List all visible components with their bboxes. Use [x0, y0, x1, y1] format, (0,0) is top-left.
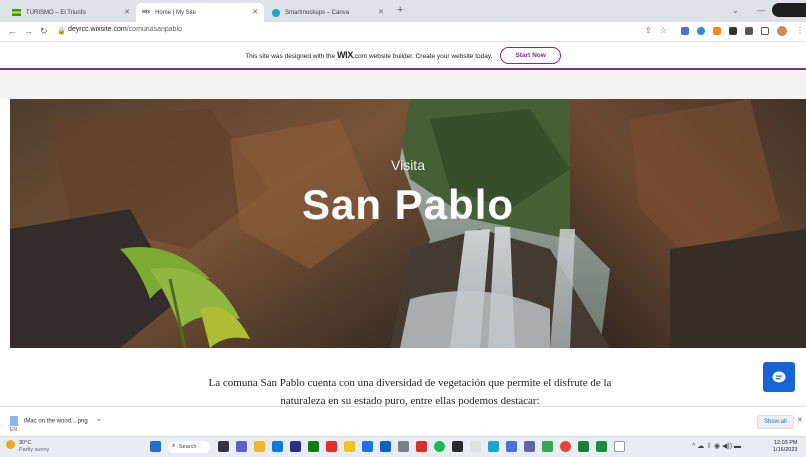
wix-promo-banner: This site was designed with the WIX.com … [0, 42, 806, 70]
wix-icon: wix [142, 9, 151, 15]
windows-start-icon[interactable] [150, 441, 161, 452]
weather-desc: Partly sunny [19, 447, 50, 453]
wix-brand-suffix: .com [353, 53, 368, 60]
app-icon[interactable] [308, 441, 319, 452]
address-bar-row: ← → ↻ 🔒 deyrcc.wixsite.com/comunasanpabl… [0, 22, 806, 42]
tab-smartmockups[interactable]: Smartmockups – Canva ✕ [266, 3, 390, 22]
hero-banner: Visita San Pablo [10, 99, 806, 348]
tab-title: TURISMO – El Triunfo [26, 9, 86, 16]
extension-icon[interactable] [681, 27, 689, 35]
menu-icon[interactable]: ⋮ [796, 26, 804, 35]
app-icon[interactable] [344, 441, 355, 452]
chat-icon [772, 371, 786, 382]
app-icon[interactable] [542, 441, 553, 452]
app-icon[interactable] [452, 441, 463, 452]
search-label: Search [179, 444, 197, 450]
extension-icon[interactable] [713, 27, 721, 35]
url-domain: deyrcc.wixsite.com [68, 26, 127, 33]
teams-icon[interactable] [524, 441, 535, 452]
url-path: /comunasanpablo [126, 26, 182, 33]
locale-indicator: EN [10, 427, 17, 433]
system-tray[interactable]: ^ ☁ ⇩ ◉ ◀)) ▬ [692, 442, 741, 450]
puzzle-icon[interactable] [729, 27, 737, 35]
star-icon[interactable]: ☆ [660, 26, 667, 35]
hero-kicker: Visita [391, 157, 425, 173]
search-icon: ⌕ [172, 443, 176, 449]
tab-turismo[interactable]: TURISMO – El Triunfo ✕ [6, 3, 136, 22]
chevron-down-icon[interactable]: ⌄ [732, 6, 739, 15]
close-downloads-button[interactable]: ✕ [797, 416, 803, 424]
tab-title: Smartmockups – Canva [285, 9, 350, 16]
new-tab-button[interactable]: + [397, 4, 403, 16]
clock-time: 12:03 PM [773, 440, 798, 446]
share-icon[interactable]: ⇪ [645, 26, 652, 35]
close-icon[interactable]: ✕ [252, 8, 258, 16]
app-icon[interactable] [578, 441, 589, 452]
intro-line-1: La comuna San Pablo cuenta con una diver… [208, 377, 612, 389]
extension-icon[interactable] [697, 27, 705, 35]
image-file-icon [10, 416, 18, 426]
app-icon[interactable] [470, 441, 481, 452]
close-icon[interactable]: ✕ [124, 8, 130, 16]
app-icon[interactable] [362, 441, 373, 452]
content-section: La comuna San Pablo cuenta con una diver… [0, 348, 806, 407]
app-icon[interactable] [416, 441, 427, 452]
sidepanel-icon[interactable] [761, 27, 769, 35]
promo-text-pre: This site was designed with the [245, 53, 336, 60]
url-field[interactable]: deyrcc.wixsite.com/comunasanpablo [68, 26, 182, 33]
window-control-overlay [772, 3, 806, 17]
sun-icon [6, 440, 15, 449]
header-spacer [0, 72, 806, 99]
close-icon[interactable]: ✕ [378, 8, 384, 16]
minimize-icon[interactable]: — [757, 6, 765, 15]
forward-icon[interactable]: → [24, 26, 33, 36]
back-icon[interactable]: ← [8, 26, 17, 36]
canva-icon [272, 8, 280, 17]
flag-icon [12, 9, 21, 16]
download-filename: iMac on the wood....png [24, 418, 88, 425]
windows-taskbar: 30°C Partly sunny Search ⌕ ^ ☁ ⇩ ◉ ◀)) ▬… [0, 436, 806, 457]
app-icon[interactable] [614, 441, 625, 452]
app-icon[interactable] [398, 441, 409, 452]
start-now-button[interactable]: Start Now [500, 46, 561, 64]
playlist-icon[interactable] [745, 27, 753, 35]
app-icon[interactable] [326, 441, 337, 452]
hero-title: San Pablo [301, 181, 515, 228]
intro-paragraph: La comuna San Pablo cuenta con una diver… [180, 374, 640, 410]
chrome-icon[interactable] [560, 441, 571, 452]
app-icon[interactable] [290, 441, 301, 452]
clock-date: 1/16/2023 [773, 447, 798, 453]
chat-app-icon[interactable] [236, 441, 247, 452]
app-icon[interactable] [488, 441, 499, 452]
downloads-bar: iMac on the wood....png ^ EN Show all ✕ [0, 406, 806, 436]
task-view-icon[interactable] [218, 441, 229, 452]
lock-icon: 🔒 [57, 28, 66, 35]
weather-widget[interactable]: 30°C Partly sunny [6, 440, 49, 454]
download-item[interactable]: iMac on the wood....png ^ [10, 416, 100, 426]
browser-tab-strip: TURISMO – El Triunfo ✕ wix Home | My Sit… [0, 0, 806, 22]
tab-title: Home | My Site [155, 9, 196, 16]
clock[interactable]: 12:03 PM 1/16/2023 [773, 440, 797, 454]
wix-promo-text: This site was designed with the WIX.com … [245, 50, 492, 60]
promo-text-post: website builder. Create your website tod… [369, 53, 493, 60]
chat-button[interactable] [763, 362, 795, 392]
reload-icon[interactable]: ↻ [40, 26, 48, 37]
chevron-up-icon[interactable]: ^ [97, 419, 100, 425]
avatar[interactable] [777, 26, 787, 36]
edge-icon[interactable] [272, 441, 283, 452]
wix-logo: WIX [337, 50, 353, 60]
app-icon[interactable] [506, 441, 517, 452]
file-explorer-icon[interactable] [254, 441, 265, 452]
tab-home-my-site[interactable]: wix Home | My Site ✕ [136, 3, 264, 22]
app-icon[interactable] [596, 441, 607, 452]
app-icon[interactable] [380, 441, 391, 452]
show-all-button[interactable]: Show all [757, 415, 794, 429]
weather-temp: 30°C [19, 440, 32, 446]
wix-brand: WIX [336, 50, 354, 60]
spotify-icon[interactable] [434, 441, 445, 452]
